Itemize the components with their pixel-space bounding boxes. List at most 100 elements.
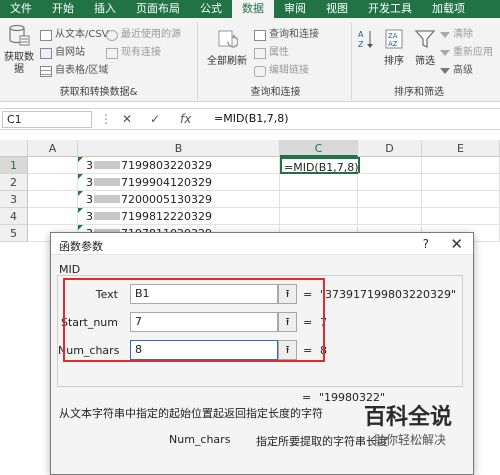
column-header-b[interactable]: B — [78, 140, 280, 157]
properties-button[interactable]: 属性 — [254, 46, 289, 60]
help-button[interactable]: ? — [423, 237, 429, 251]
tab-formulas[interactable]: 公式 — [190, 0, 232, 18]
formula-input[interactable]: =MID(B1,7,8) — [214, 112, 289, 125]
row-header-4[interactable]: 4 — [0, 208, 28, 225]
tab-home[interactable]: 开始 — [42, 0, 84, 18]
sort-az-icon: A Z — [358, 30, 373, 49]
from-table-button[interactable]: 自表格/区域 — [40, 64, 108, 78]
edit-links-label: 编辑链接 — [269, 65, 309, 76]
sort-az-button[interactable]: A Z — [354, 28, 378, 56]
tab-developer[interactable]: 开发工具 — [358, 0, 422, 18]
cell-a4[interactable] — [28, 208, 78, 225]
from-web-button[interactable]: 自网站 — [40, 46, 85, 60]
advanced-filter-icon — [440, 68, 450, 74]
column-header-c[interactable]: C — [280, 140, 358, 157]
error-indicator-icon — [78, 157, 83, 162]
id-prefix: 3 — [86, 192, 93, 206]
formula-bar: C1 ⋮ ✕ ✓ fx =MID(B1,7,8) — [0, 108, 500, 130]
sort-filter-group-label: 排序和筛选 — [394, 87, 444, 98]
reapply-button[interactable]: 重新应用 — [440, 46, 493, 60]
get-transform-group-label: 获取和转换数据& — [59, 87, 138, 98]
queries-connections-button[interactable]: 查询和连接 — [254, 28, 319, 42]
cell-a1[interactable] — [28, 157, 78, 174]
watermark-subtitle: 助你轻松解决 — [374, 433, 447, 447]
watermark-logo: 百科全说 助你轻松解决 — [360, 395, 480, 455]
cell-e4[interactable] — [422, 208, 500, 225]
svg-text:Z: Z — [358, 40, 364, 49]
clear-filter-button[interactable]: 清除 — [440, 28, 473, 42]
select-all-corner[interactable] — [0, 140, 28, 157]
cell-c4[interactable] — [280, 208, 358, 225]
row-header-5[interactable]: 5 — [0, 225, 28, 242]
enter-icon[interactable]: ✓ — [150, 112, 160, 126]
cell-e3[interactable] — [422, 191, 500, 208]
cell-c3[interactable] — [280, 191, 358, 208]
reapply-label: 重新应用 — [453, 47, 493, 58]
cell-d4[interactable] — [358, 208, 422, 225]
existing-connections-label: 现有连接 — [121, 47, 161, 58]
cell-e1[interactable] — [422, 157, 500, 174]
row-header-3[interactable]: 3 — [0, 191, 28, 208]
name-box[interactable]: C1 — [2, 111, 92, 128]
tab-view[interactable]: 视图 — [316, 0, 358, 18]
recent-sources-button[interactable]: 最近使用的源 — [106, 28, 181, 42]
id-prefix: 3 — [86, 175, 93, 189]
close-button[interactable]: ✕ — [450, 235, 463, 253]
error-indicator-icon — [78, 225, 83, 230]
get-data-button[interactable]: 获取数 据 — [2, 24, 36, 76]
get-data-label: 获取数 据 — [4, 52, 34, 75]
tab-review[interactable]: 审阅 — [274, 0, 316, 18]
id-suffix: 7199904120329 — [121, 175, 212, 189]
database-icon — [9, 24, 30, 46]
reapply-icon — [440, 50, 450, 56]
cell-b1[interactable]: 3 7199803220329 — [78, 157, 280, 174]
link-icon — [254, 65, 266, 77]
filter-label: 筛选 — [415, 56, 435, 67]
insert-function-button[interactable]: fx — [180, 112, 191, 126]
tab-data[interactable]: 数据 — [232, 0, 274, 18]
advanced-filter-button[interactable]: 高级 — [440, 64, 473, 78]
tab-page-layout[interactable]: 页面布局 — [126, 0, 190, 18]
row-header-1[interactable]: 1 — [0, 157, 28, 174]
id-suffix: 7200005130329 — [121, 192, 212, 206]
column-header-d[interactable]: D — [358, 140, 422, 157]
filter-button[interactable]: 筛选 — [410, 28, 440, 68]
cell-c1[interactable]: =MID(B1,7,8) — [280, 157, 360, 174]
cell-d3[interactable] — [358, 191, 422, 208]
existing-connections-button[interactable]: 现有连接 — [106, 46, 161, 60]
queries-icon — [254, 29, 266, 41]
dialog-title-bar[interactable]: 函数参数 ? ✕ — [51, 233, 473, 255]
column-header-e[interactable]: E — [422, 140, 500, 157]
from-csv-button[interactable]: 从文本/CSV — [40, 28, 109, 42]
column-header-a[interactable]: A — [28, 140, 78, 157]
id-suffix: 7199803220329 — [121, 158, 212, 172]
cell-a3[interactable] — [28, 191, 78, 208]
cell-e2[interactable] — [422, 174, 500, 191]
masked-digits — [94, 195, 120, 203]
sort-label: 排序 — [384, 56, 404, 67]
properties-label: 属性 — [269, 47, 289, 58]
edit-links-button[interactable]: 编辑链接 — [254, 64, 309, 78]
queries-connections-label: 查询和连接 — [269, 29, 319, 40]
tab-file[interactable]: 文件 — [0, 0, 42, 18]
svg-text:A: A — [358, 30, 364, 39]
cell-d2[interactable] — [358, 174, 422, 191]
table-icon — [40, 65, 52, 77]
cell-d1[interactable] — [358, 157, 422, 174]
recent-sources-label: 最近使用的源 — [121, 29, 181, 40]
cancel-icon[interactable]: ✕ — [122, 112, 132, 126]
tab-insert[interactable]: 插入 — [84, 0, 126, 18]
cell-b3[interactable]: 3 7200005130329 — [78, 191, 280, 208]
row-header-2[interactable]: 2 — [0, 174, 28, 191]
cell-c2[interactable] — [280, 174, 358, 191]
tab-add-ins[interactable]: 加载项 — [422, 0, 475, 18]
sort-button[interactable]: ZA AZ 排序 — [378, 28, 410, 68]
from-table-label: 自表格/区域 — [55, 65, 109, 76]
masked-digits — [94, 161, 120, 169]
cell-a2[interactable] — [28, 174, 78, 191]
cell-b4[interactable]: 3 7199812220329 — [78, 208, 280, 225]
refresh-all-button[interactable]: 全部刷新 — [204, 28, 250, 68]
cell-b2[interactable]: 3 7199904120329 — [78, 174, 280, 191]
id-prefix: 3 — [86, 209, 93, 223]
highlight-frame — [63, 278, 325, 362]
